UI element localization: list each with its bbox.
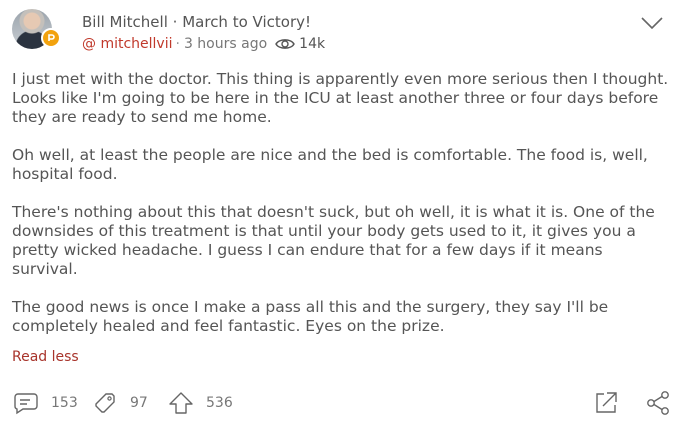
comment-icon	[13, 391, 39, 415]
author-line: Bill Mitchell · March to Victory!	[82, 13, 311, 31]
post-actions: 153 97 536	[0, 386, 684, 420]
read-less-link[interactable]: Read less	[12, 349, 79, 365]
verified-badge-icon	[41, 28, 61, 48]
post-paragraph: The good news is once I make a pass all …	[12, 298, 609, 335]
post-timestamp[interactable]: 3 hours ago	[184, 36, 267, 52]
post-body: I just met with the doctor. This thing i…	[12, 70, 672, 355]
post-meta: @ mitchellvii · 3 hours ago 14k	[82, 36, 325, 52]
meta-separator: ·	[175, 36, 180, 52]
post-title[interactable]: March to Victory!	[182, 13, 311, 31]
comment-count: 153	[51, 395, 78, 411]
repost-button[interactable]: 97	[92, 386, 148, 420]
upvote-arrow-icon	[168, 390, 194, 416]
view-count: 14k	[299, 36, 326, 52]
expand-button[interactable]	[593, 386, 619, 420]
share-button[interactable]	[645, 386, 671, 420]
chevron-down-icon[interactable]	[640, 15, 664, 31]
upvote-count: 536	[206, 395, 233, 411]
author-name[interactable]: Bill Mitchell	[82, 13, 168, 31]
author-avatar-group[interactable]	[12, 9, 61, 53]
title-separator: ·	[172, 13, 178, 31]
eye-icon	[275, 37, 295, 51]
repost-count: 97	[130, 395, 148, 411]
upvote-button[interactable]: 536	[168, 386, 233, 420]
expand-icon	[593, 390, 619, 416]
repost-icon	[92, 390, 118, 416]
author-handle[interactable]: @ mitchellvii	[82, 36, 173, 52]
comment-button[interactable]: 153	[13, 386, 78, 420]
share-icon	[645, 390, 671, 416]
post-paragraph: Oh well, at least the people are nice an…	[12, 146, 648, 183]
post-paragraph: I just met with the doctor. This thing i…	[12, 70, 669, 126]
post-card: Bill Mitchell · March to Victory! @ mitc…	[0, 0, 684, 427]
post-paragraph: There's nothing about this that doesn't …	[12, 203, 655, 278]
